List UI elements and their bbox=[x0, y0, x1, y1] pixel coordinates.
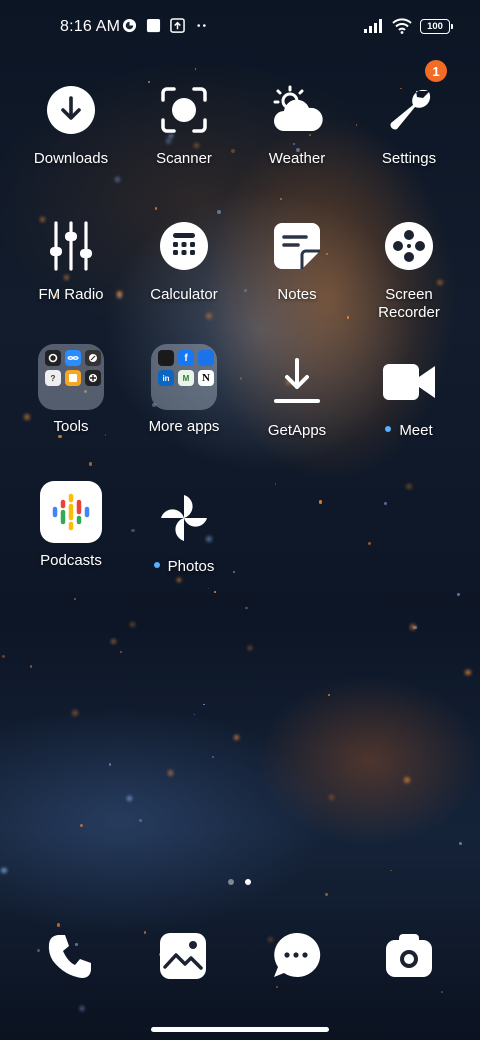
notion-letter: N bbox=[202, 372, 210, 384]
app-label: Meet bbox=[399, 422, 433, 439]
new-indicator-dot bbox=[153, 562, 160, 569]
wifi-icon bbox=[392, 18, 412, 34]
app-label: Screen Recorder bbox=[378, 286, 440, 321]
notion-icon: N bbox=[198, 370, 214, 386]
app-photos[interactable]: Photos bbox=[129, 486, 239, 576]
mini-app-icon bbox=[65, 350, 81, 366]
home-gesture-bar[interactable] bbox=[151, 1027, 329, 1032]
upload-icon bbox=[170, 18, 185, 33]
folder-icon: ? bbox=[38, 344, 104, 410]
app-label: Downloads bbox=[33, 150, 109, 167]
chat-bubble-icon bbox=[274, 932, 321, 977]
dock-phone[interactable] bbox=[44, 930, 96, 982]
mini-app-icon bbox=[198, 350, 214, 366]
more-dots-icon bbox=[197, 24, 206, 27]
app-label: Settings bbox=[381, 150, 437, 167]
podcasts-icon bbox=[40, 481, 102, 543]
app-label: GetApps bbox=[267, 422, 327, 439]
app-label: Podcasts bbox=[40, 552, 102, 569]
app-label: Notes bbox=[277, 286, 317, 303]
app-fm-radio[interactable]: FM Radio bbox=[16, 214, 126, 304]
messaging-icon bbox=[122, 18, 137, 33]
app-label: FM Radio bbox=[38, 286, 104, 303]
app-label-row: Photos bbox=[129, 558, 239, 576]
mini-app-icon bbox=[85, 370, 101, 386]
page-dot-active[interactable] bbox=[245, 879, 251, 885]
weather-icon bbox=[273, 85, 323, 131]
status-time: 8:16 AM bbox=[60, 18, 121, 35]
app-podcasts[interactable]: Podcasts bbox=[16, 480, 126, 570]
folder-tools[interactable]: ? Tools bbox=[16, 344, 126, 436]
mini-app-icon: ? bbox=[45, 370, 61, 386]
notification-badge: 1 bbox=[425, 60, 447, 82]
mini-app-icon bbox=[45, 350, 61, 366]
mini-app-icon bbox=[158, 350, 174, 366]
app-scanner[interactable]: Scanner bbox=[129, 78, 239, 168]
linkedin-icon: in bbox=[158, 370, 174, 386]
app-screen-recorder[interactable]: Screen Recorder bbox=[354, 214, 464, 322]
facebook-icon: f bbox=[178, 350, 194, 366]
video-camera-icon bbox=[383, 364, 435, 400]
status-bar: 8:16 AM 100 bbox=[0, 0, 480, 56]
app-label: Photos bbox=[167, 558, 215, 575]
dock-messages[interactable] bbox=[270, 930, 322, 982]
app-label: Calculator bbox=[150, 286, 218, 303]
app-label: Weather bbox=[268, 150, 326, 167]
app-label-row: Meet bbox=[354, 422, 464, 440]
film-reel-icon bbox=[385, 222, 433, 270]
notes-icon bbox=[274, 223, 320, 269]
new-indicator-dot bbox=[385, 426, 392, 433]
equalizer-icon bbox=[50, 221, 92, 271]
dock-gallery[interactable] bbox=[157, 930, 209, 982]
gallery-icon bbox=[160, 933, 206, 979]
phone-icon bbox=[48, 935, 91, 978]
camera-icon bbox=[386, 934, 432, 977]
app-weather[interactable]: Weather bbox=[242, 78, 352, 168]
folder-more-apps[interactable]: f in M N More apps bbox=[129, 344, 239, 436]
scanner-icon bbox=[161, 87, 207, 133]
app-label: Scanner bbox=[156, 150, 212, 167]
app-meet[interactable]: Meet bbox=[354, 350, 464, 440]
page-dot[interactable] bbox=[228, 879, 234, 885]
dock-camera[interactable] bbox=[383, 930, 435, 982]
folder-icon: f in M N bbox=[151, 344, 217, 410]
download-icon bbox=[47, 86, 95, 134]
battery-icon: 100 bbox=[420, 18, 453, 34]
app-settings[interactable]: 1 Settings bbox=[354, 60, 464, 168]
app-calculator[interactable]: Calculator bbox=[129, 214, 239, 304]
page-indicator[interactable] bbox=[228, 879, 251, 885]
app-label: More apps bbox=[148, 418, 220, 435]
battery-level: 100 bbox=[427, 20, 443, 32]
mini-app-icon bbox=[85, 350, 101, 366]
download-tray-icon bbox=[274, 358, 320, 403]
mini-app-icon: M bbox=[178, 370, 194, 386]
square-notification-icon bbox=[146, 18, 161, 33]
signal-icon bbox=[364, 19, 382, 33]
app-notes[interactable]: Notes bbox=[242, 214, 352, 304]
calculator-icon bbox=[160, 222, 208, 270]
wrench-icon bbox=[390, 89, 431, 130]
app-label: Tools bbox=[53, 418, 89, 435]
app-downloads[interactable]: Downloads bbox=[16, 78, 126, 168]
mini-app-icon bbox=[65, 370, 81, 386]
app-getapps[interactable]: GetApps bbox=[242, 350, 352, 440]
pinwheel-icon bbox=[161, 495, 207, 541]
